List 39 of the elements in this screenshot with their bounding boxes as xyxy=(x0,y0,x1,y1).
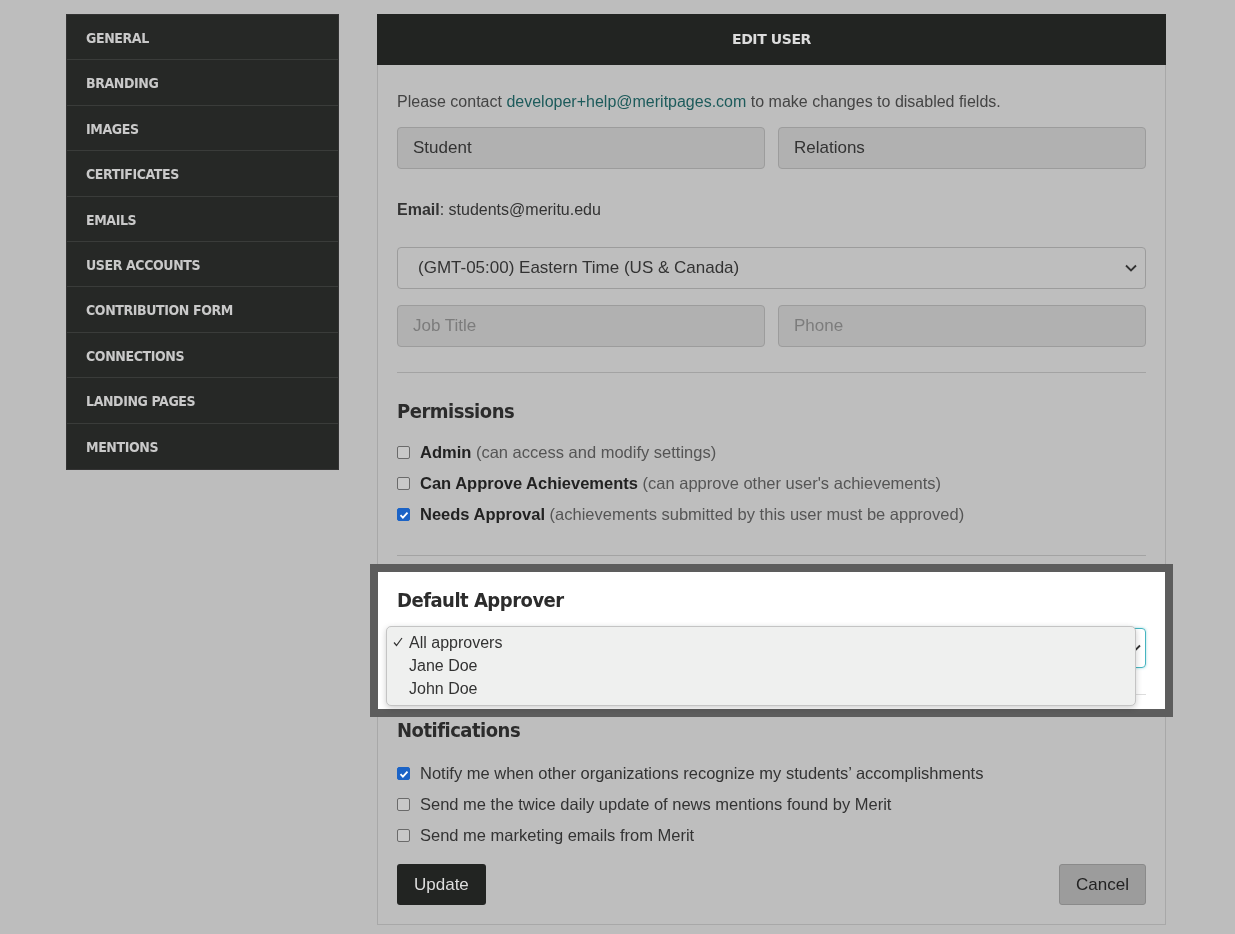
checkbox-label: Notify me when other organizations recognize my students’ accomplishments xyxy=(420,764,984,783)
email-link[interactable]: developer+help@meritpages.com xyxy=(506,93,747,110)
name-field[interactable]: Relations xyxy=(778,127,1146,169)
section-heading: Default Approver xyxy=(397,588,565,612)
sidebar-item[interactable]: EMAILS xyxy=(67,196,338,242)
update-button[interactable]: Update xyxy=(397,864,486,905)
dropdown-option[interactable]: John Doe xyxy=(387,677,1135,700)
email-text: Email: students@meritu.edu xyxy=(397,201,602,219)
checkbox[interactable] xyxy=(397,798,410,811)
checkbox-label: Send me marketing emails from Merit xyxy=(420,826,695,845)
timezone-select[interactable]: (GMT-05:00) Eastern Time (US & Canada) xyxy=(397,247,1146,289)
sidebar-item[interactable]: CERTIFICATES xyxy=(67,151,338,197)
notice-text: Please contact developer+help@meritpages.com to make changes to disabled fields. xyxy=(397,93,1002,111)
dropdown-option[interactable]: All approvers xyxy=(387,631,1135,654)
chevron-down-icon xyxy=(1125,264,1137,272)
sidebar-item[interactable]: LANDING PAGES xyxy=(67,378,338,424)
section-heading: Permissions xyxy=(397,399,516,423)
name-field[interactable]: Student xyxy=(397,127,765,169)
sidebar-item[interactable]: GENERAL xyxy=(67,15,338,61)
cancel-button[interactable]: Cancel xyxy=(1059,864,1146,905)
checkbox-label: Send me the twice daily update of news mentions found by Merit xyxy=(420,795,892,814)
checkbox-label: Can Approve Achievements (can approve other user's achievements) xyxy=(420,474,941,493)
checkbox-label: Needs Approval (achievements submitted by this user must be approved) xyxy=(420,505,965,524)
sidebar-item[interactable]: IMAGES xyxy=(67,105,338,152)
dropdown-option[interactable]: Jane Doe xyxy=(387,654,1135,677)
sidebar-item[interactable]: USER ACCOUNTS xyxy=(67,241,338,288)
sidebar-item[interactable]: CONNECTIONS xyxy=(67,332,338,379)
checkbox[interactable] xyxy=(397,829,410,842)
checkbox-label: Admin (can access and modify settings) xyxy=(420,443,717,462)
check-icon xyxy=(393,637,403,647)
section-heading: Notifications xyxy=(397,718,522,742)
panel-title: EDIT USER xyxy=(377,14,1166,65)
sidebar-item[interactable]: BRANDING xyxy=(67,60,338,106)
checkbox[interactable] xyxy=(397,477,410,490)
checkbox[interactable] xyxy=(397,767,410,780)
checkbox[interactable] xyxy=(397,508,410,521)
sidebar-item[interactable]: CONTRIBUTION FORM xyxy=(67,287,338,333)
checkbox[interactable] xyxy=(397,446,410,459)
sidebar-item[interactable]: MENTIONS xyxy=(67,423,338,469)
